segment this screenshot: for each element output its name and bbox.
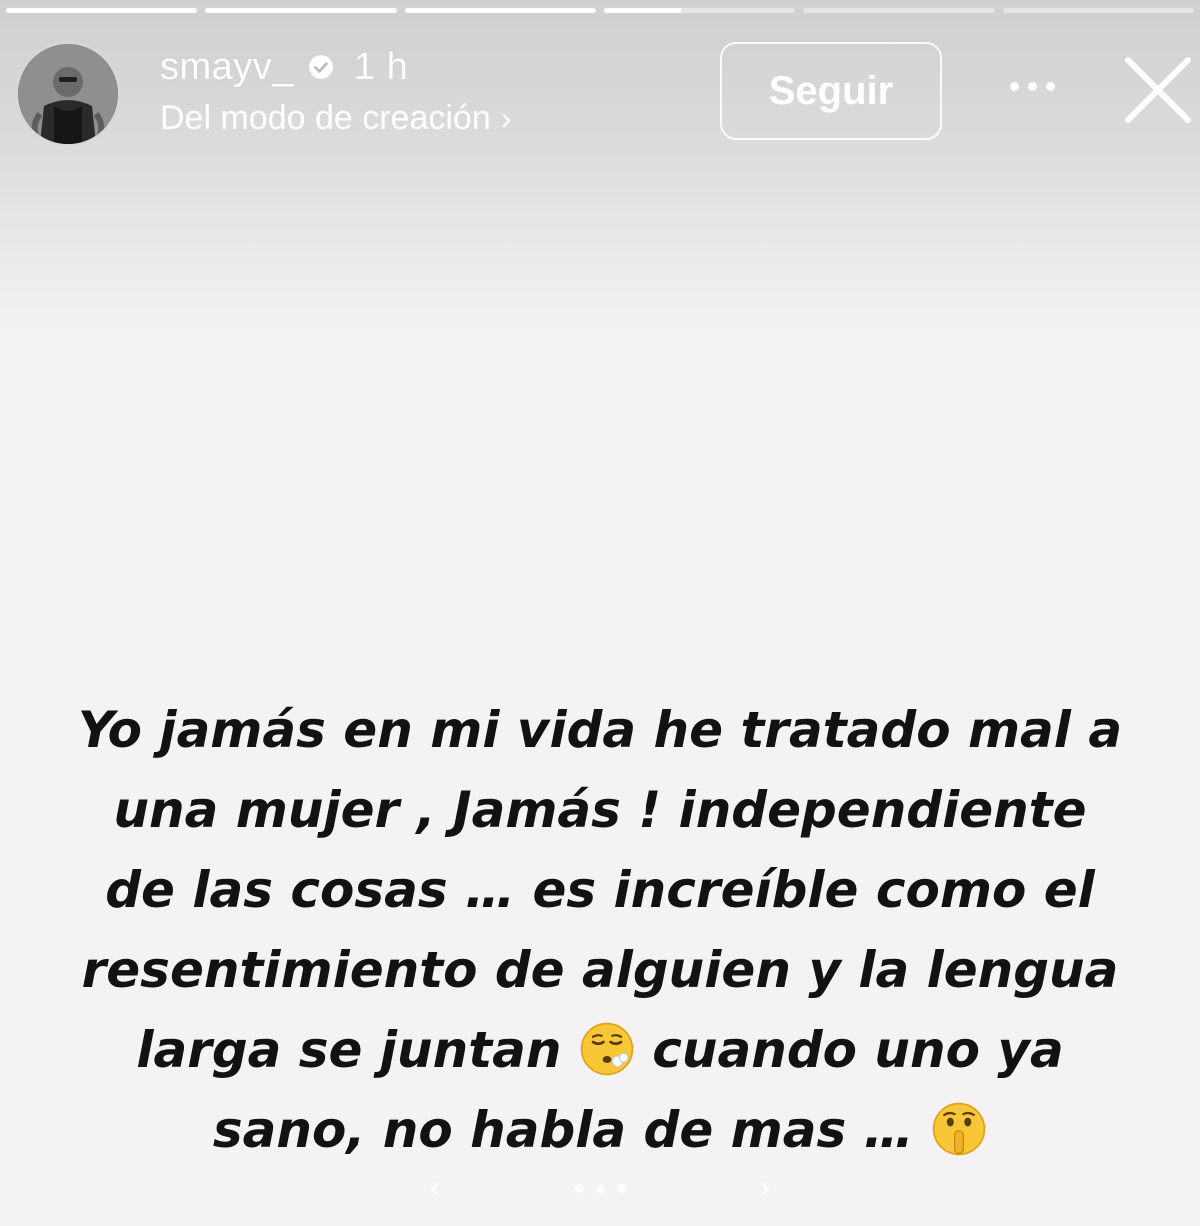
progress-segment [404,8,596,13]
progress-segment [205,8,397,13]
creation-mode-link[interactable]: Del modo de creación › [160,96,511,140]
progress-segment [803,8,995,13]
exhaling-face-icon [580,1022,634,1076]
story-text-line: larga se juntan cuando uno ya [30,1010,1170,1090]
story-text-line: una mujer , Jamás ! independiente [113,781,1087,839]
previous-story-icon[interactable]: ‹ [430,1171,440,1205]
page-dot [595,1183,605,1193]
page-dot [616,1183,626,1193]
story-text-line: de las cosas … es increíble como el [105,861,1095,919]
more-options-icon[interactable] [1000,66,1064,106]
progress-segment [603,8,796,13]
chevron-right-icon: › [500,99,512,136]
story-navigation: ‹ › [430,1168,770,1208]
story-text-line: Yo jamás en mi vida he tratado mal a [77,701,1123,759]
story-text-fragment: larga se juntan [136,1021,562,1079]
follow-button[interactable]: Seguir [720,42,942,140]
story-text-fragment: cuando uno ya [652,1021,1064,1079]
story-text-line: sano, no habla de mas … [30,1090,1170,1170]
username[interactable]: smayv_ [160,46,294,89]
post-time: 1 h [353,45,409,88]
avatar-image [18,44,118,144]
next-story-icon[interactable]: › [760,1171,770,1205]
page-dot [574,1183,584,1193]
story-progress-bar [6,8,1194,13]
story-text: Yo jamás en mi vida he tratado mal a una… [30,690,1170,1170]
story-text-line: resentimiento de alguien y la lengua [81,941,1119,999]
progress-segment [6,8,198,13]
close-icon[interactable] [1120,52,1196,128]
verified-badge-icon [309,55,333,79]
progress-segment [1002,8,1194,13]
shushing-face-icon [932,1102,986,1156]
creation-mode-label: Del modo de creación [160,98,491,137]
username-row[interactable]: smayv_ 1 h [160,44,408,90]
avatar[interactable] [16,42,120,146]
story-view[interactable]: smayv_ 1 h Del modo de creación › Seguir… [0,0,1200,1226]
page-indicator [574,1183,626,1193]
story-text-fragment: sano, no habla de mas … [212,1101,914,1159]
